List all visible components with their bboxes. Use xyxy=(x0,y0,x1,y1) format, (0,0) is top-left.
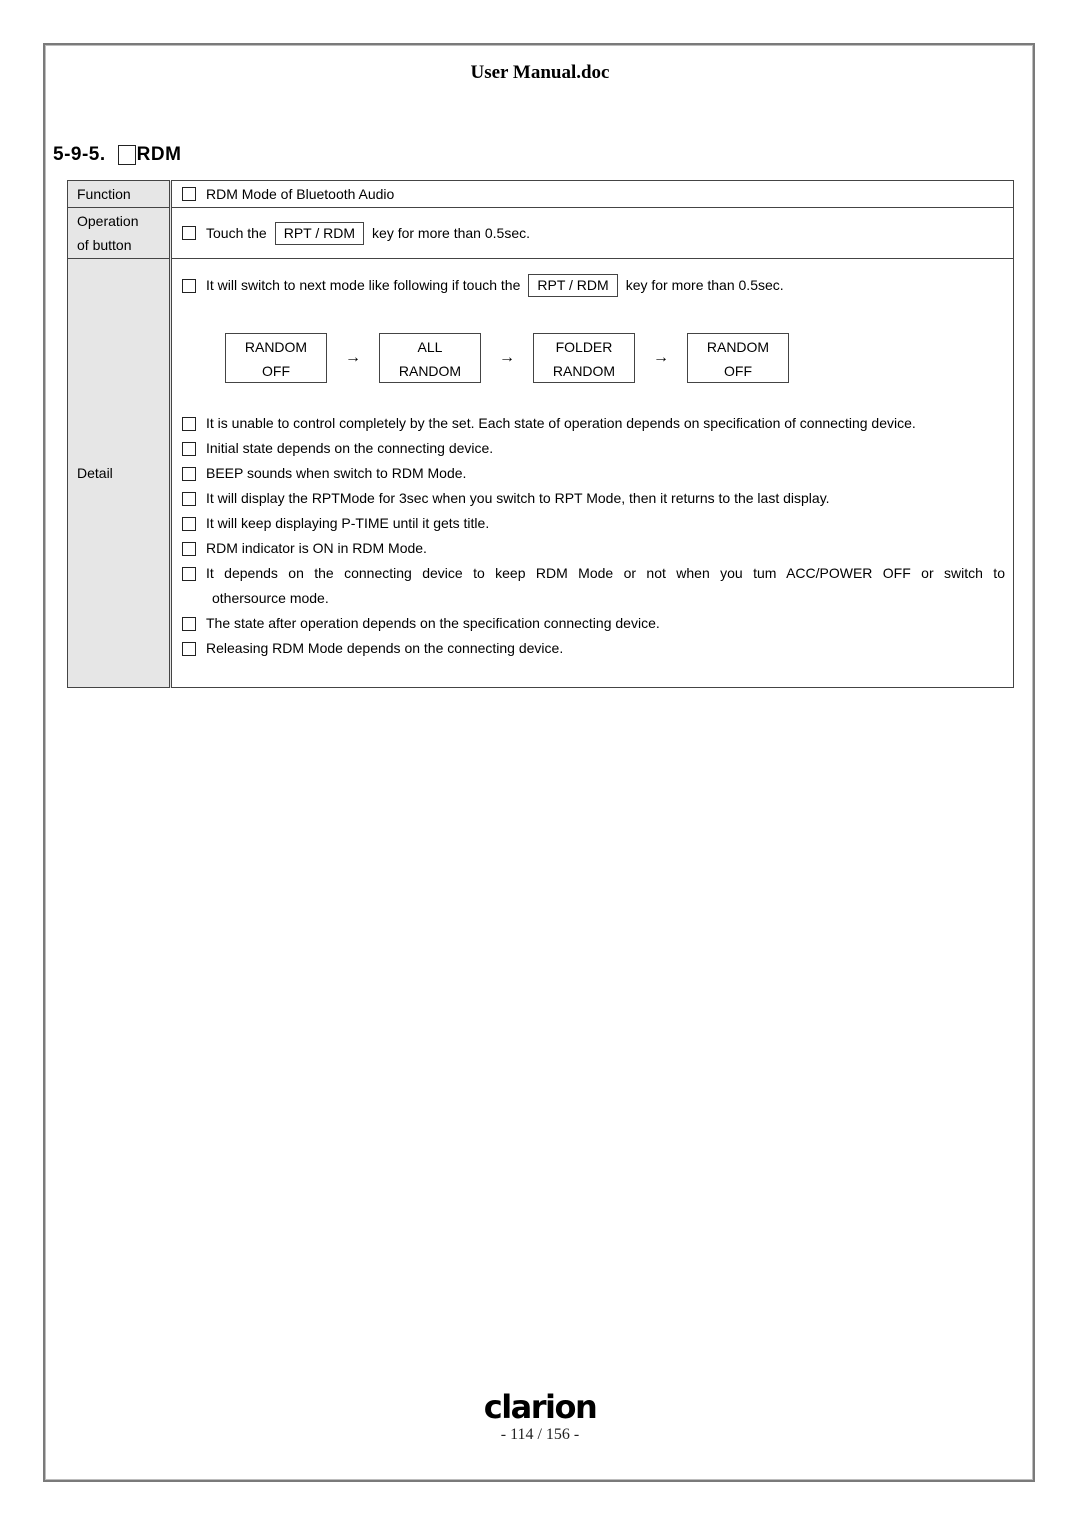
checkbox-icon xyxy=(182,616,196,631)
checkbox-icon xyxy=(182,466,196,481)
mode-box-all-random: ALL RANDOM xyxy=(379,333,481,383)
mode-box-random-off-final: RANDOM OFF xyxy=(687,333,789,383)
list-item: It is unable to control completely by th… xyxy=(182,411,1013,436)
mode-box-line: RANDOM xyxy=(552,363,616,379)
mode-box-random-off: RANDOM OFF xyxy=(225,333,327,383)
checkbox-icon xyxy=(182,567,196,581)
spec-table: Function RDM Mode of Bluetooth Audio Ope… xyxy=(67,180,1014,688)
list-item: It will display the RPTMode for 3sec whe… xyxy=(182,486,1013,511)
checkbox-icon xyxy=(182,441,196,456)
checkbox-icon xyxy=(117,145,136,165)
table-row-operation: Operation of button Touch the RPT / RDM … xyxy=(67,207,1014,259)
list-item: Initial state depends on the connecting … xyxy=(182,436,1013,461)
mode-box-line: RANDOM xyxy=(244,339,308,355)
detail-content: It will switch to next mode like followi… xyxy=(170,258,1014,688)
table-row-function: Function RDM Mode of Bluetooth Audio xyxy=(67,180,1014,208)
note-text: It will keep displaying P-TIME until it … xyxy=(206,515,490,531)
note-text: Initial state depends on the connecting … xyxy=(206,440,494,456)
list-item: RDM indicator is ON in RDM Mode. xyxy=(182,536,1013,561)
table-row-detail: Detail It will switch to next mode like … xyxy=(67,258,1014,688)
section-number: 5-9-5. xyxy=(53,144,106,165)
section-heading: 5-9-5. RDM xyxy=(53,144,181,166)
checkbox-icon xyxy=(182,641,196,656)
function-text: RDM Mode of Bluetooth Audio xyxy=(206,185,395,202)
note-text: BEEP sounds when switch to RDM Mode. xyxy=(206,465,467,481)
mode-box-line: OFF xyxy=(724,363,752,379)
checkbox-icon xyxy=(182,416,196,431)
list-item: The state after operation depends on the… xyxy=(182,611,1013,636)
note-text: It is unable to control completely by th… xyxy=(206,415,916,431)
function-content: RDM Mode of Bluetooth Audio xyxy=(170,180,1014,208)
note-text: The state after operation depends on the… xyxy=(206,615,660,631)
document-title: User Manual.doc xyxy=(470,62,610,83)
detail-intro: It will switch to next mode like followi… xyxy=(182,273,1013,298)
detail-intro-prefix: It will switch to next mode like followi… xyxy=(206,277,521,293)
checkbox-icon xyxy=(182,516,196,531)
checkbox-icon xyxy=(182,226,196,240)
detail-intro-suffix: key for more than 0.5sec. xyxy=(625,277,784,293)
checkbox-icon xyxy=(182,278,196,293)
note-text: It depends on the connecting device to k… xyxy=(206,565,1005,581)
operation-label-line1: Operation xyxy=(77,213,139,229)
list-item: It will keep displaying P-TIME until it … xyxy=(182,511,1013,536)
note-text: Releasing RDM Mode depends on the connec… xyxy=(206,640,564,656)
arrow-right-icon: → xyxy=(499,349,515,366)
checkbox-icon xyxy=(182,491,196,506)
function-label: Function xyxy=(67,180,172,208)
arrow-right-icon: → xyxy=(653,349,669,366)
mode-box-folder-random: FOLDER RANDOM xyxy=(533,333,635,383)
mode-box-line: RANDOM xyxy=(706,339,770,355)
operation-content: Touch the RPT / RDM key for more than 0.… xyxy=(170,207,1014,259)
clarion-logo: clarion xyxy=(483,1388,598,1426)
list-item: Releasing RDM Mode depends on the connec… xyxy=(182,636,1013,661)
detail-notes-list: It is unable to control completely by th… xyxy=(182,411,1013,661)
note-text: RDM indicator is ON in RDM Mode. xyxy=(206,540,427,556)
section-title: RDM xyxy=(136,144,182,165)
note-text: It will display the RPTMode for 3sec whe… xyxy=(206,490,830,506)
rpt-rdm-key: RPT / RDM xyxy=(274,221,365,245)
list-item: BEEP sounds when switch to RDM Mode. xyxy=(182,461,1013,486)
rpt-rdm-key: RPT / RDM xyxy=(528,274,618,297)
note-continuation: othersource mode. xyxy=(212,590,329,606)
operation-label: Operation of button xyxy=(67,207,172,259)
arrow-right-icon: → xyxy=(345,349,361,366)
checkbox-icon xyxy=(182,541,196,556)
page-number: - 114 / 156 - xyxy=(500,1426,580,1443)
mode-box-line: OFF xyxy=(262,363,290,379)
mode-box-line: RANDOM xyxy=(398,363,462,379)
checkbox-icon xyxy=(182,187,196,201)
operation-label-line2: of button xyxy=(77,237,132,253)
mode-box-line: ALL xyxy=(417,339,443,355)
mode-flow-diagram: RANDOM OFF → ALL RANDOM → FOLDER RANDOM … xyxy=(225,333,1013,383)
operation-prefix: Touch the xyxy=(206,224,267,241)
detail-label: Detail xyxy=(67,258,172,688)
mode-box-line: FOLDER xyxy=(555,339,613,355)
operation-suffix: key for more than 0.5sec. xyxy=(372,224,530,241)
list-item: It depends on the connecting device to k… xyxy=(182,561,1013,586)
